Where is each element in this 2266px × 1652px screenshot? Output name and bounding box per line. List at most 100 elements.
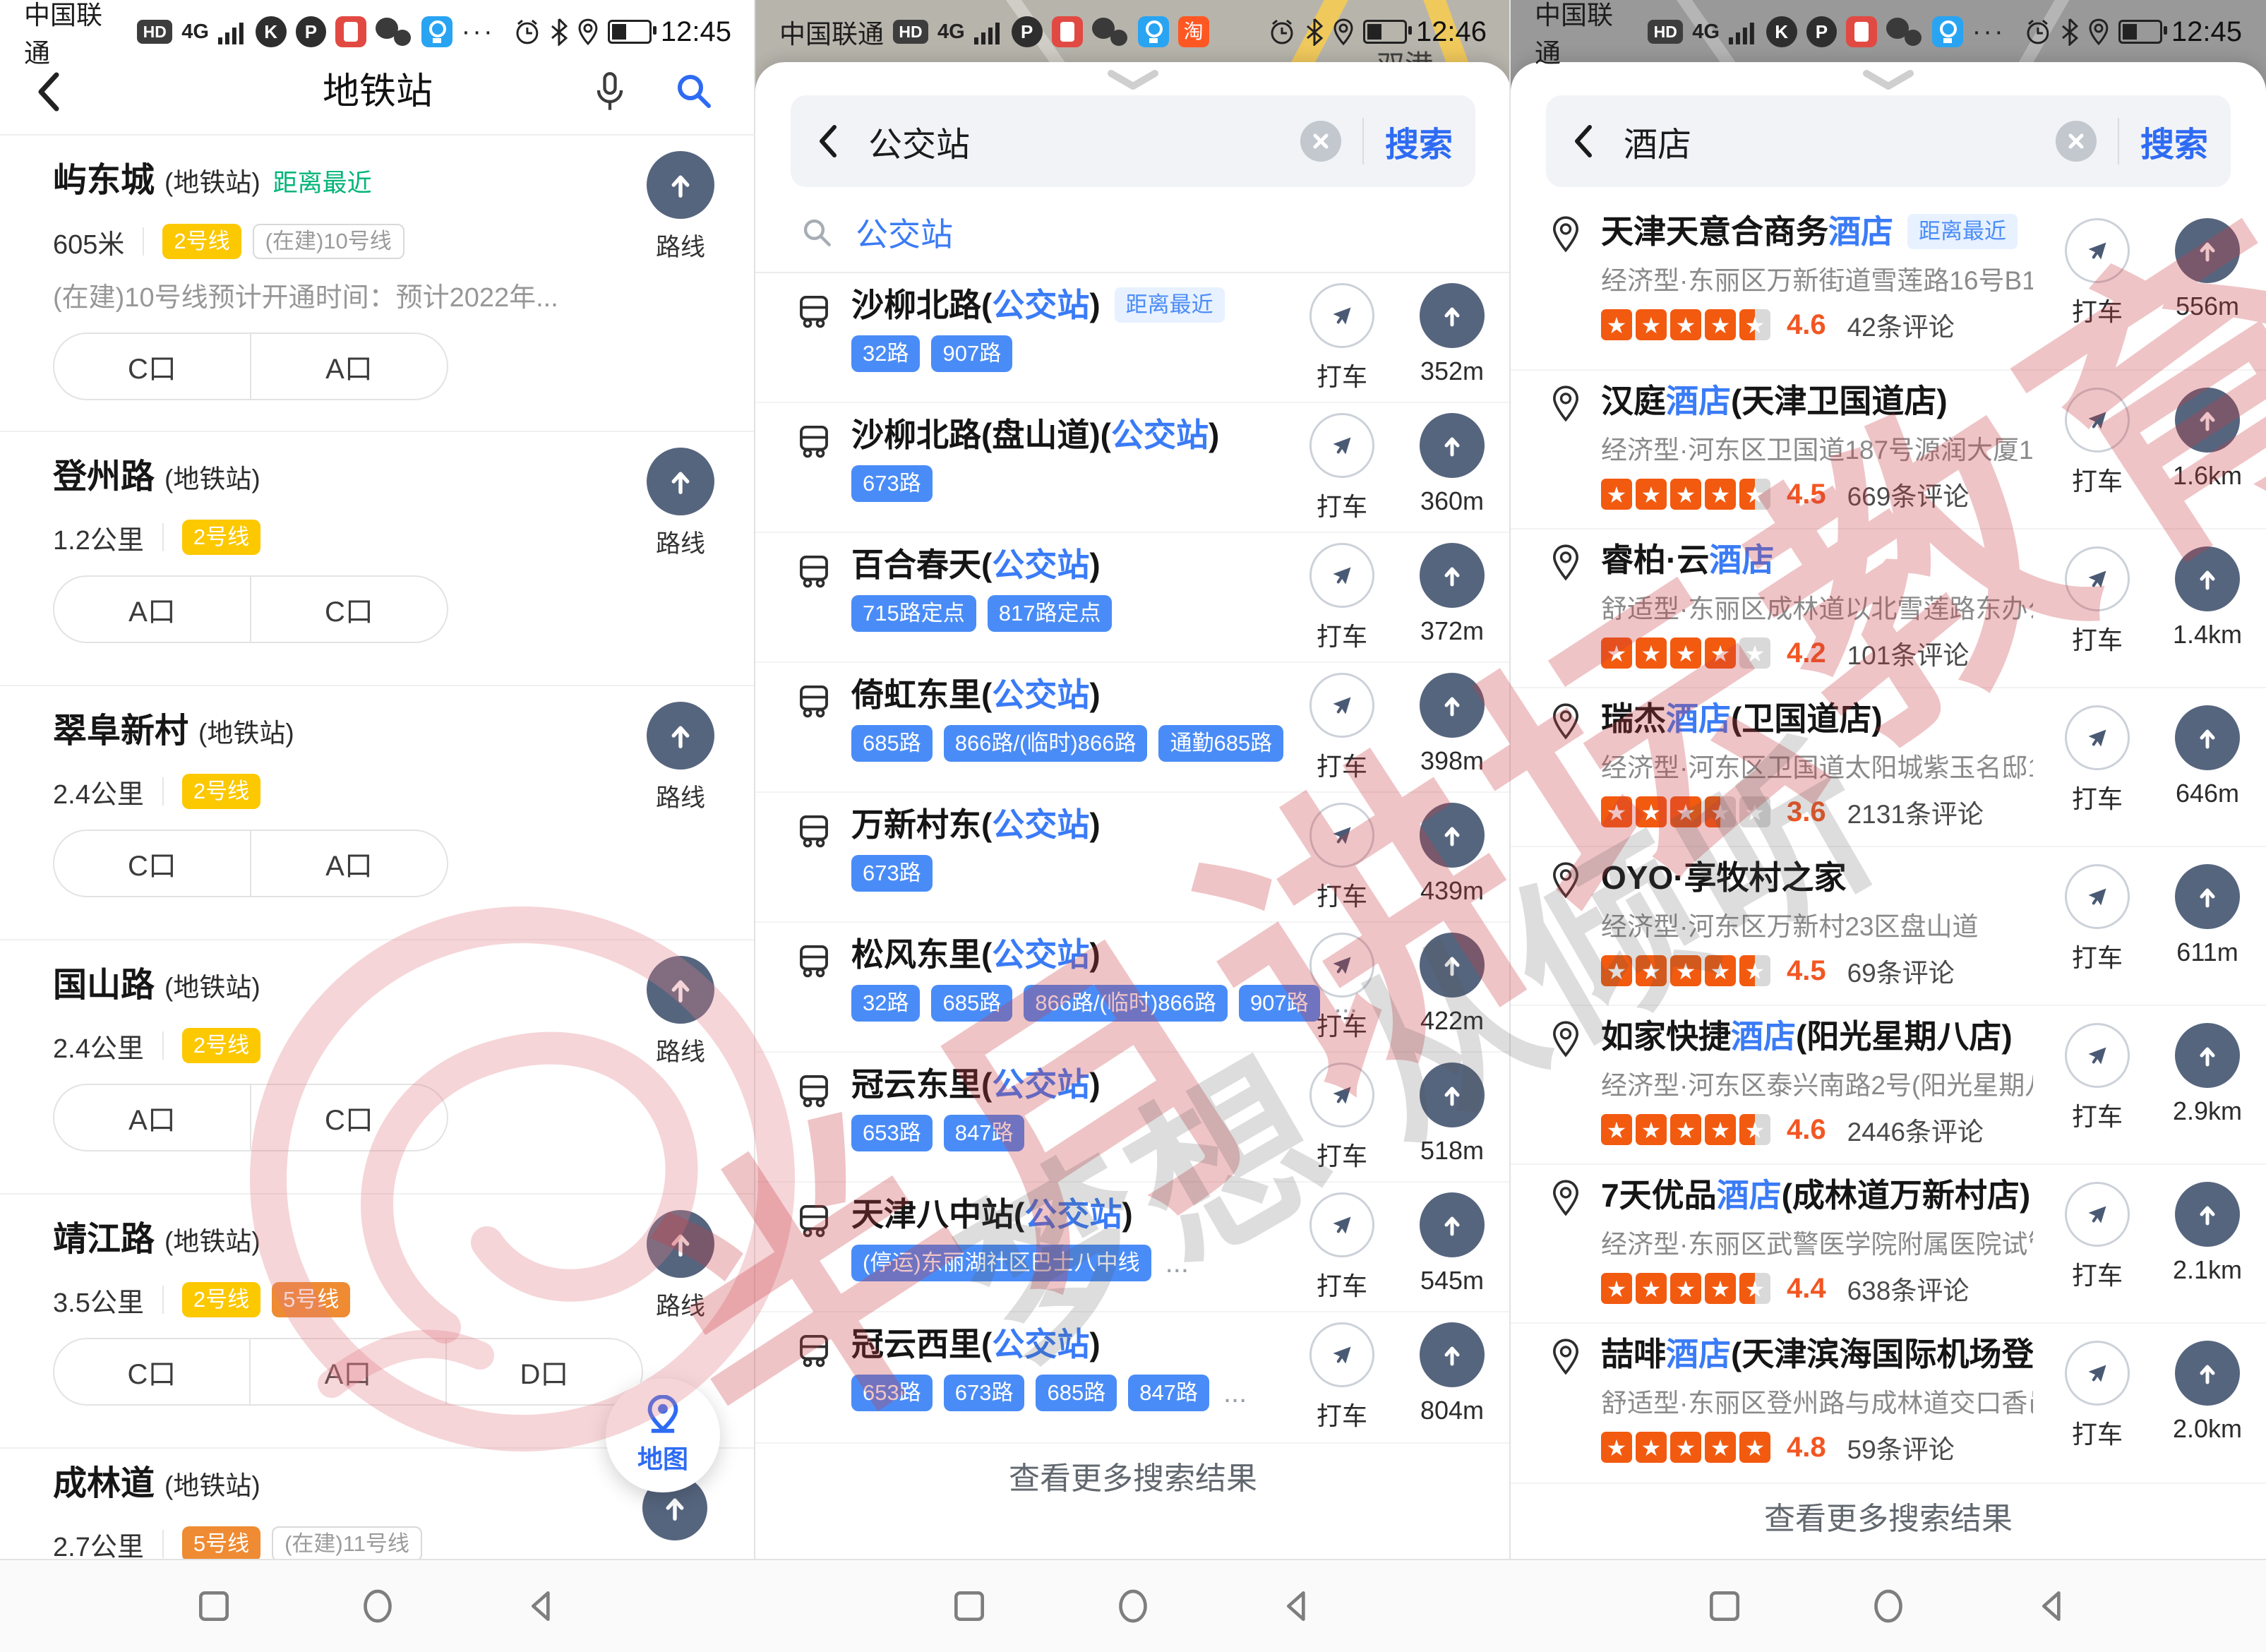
nav-circle-icon[interactable]: [358, 1586, 397, 1626]
taxi-button[interactable]: 打车: [2057, 1182, 2138, 1292]
list-item[interactable]: 百合春天(公交站) 715路定点817路定点 打车 372m: [755, 533, 1511, 663]
route-button[interactable]: 398m: [1412, 673, 1492, 783]
list-item[interactable]: 天津八中站(公交站) (停运)东丽湖社区巴士八中线... 打车 545m: [755, 1183, 1511, 1312]
search-icon[interactable]: [673, 71, 714, 112]
taxi-button[interactable]: 打车: [2057, 546, 2138, 657]
taxi-button[interactable]: 打车: [2057, 388, 2138, 498]
taxi-button[interactable]: 打车: [1302, 933, 1382, 1043]
nav-square-icon[interactable]: [1705, 1586, 1744, 1626]
route-button[interactable]: 360m: [1412, 413, 1492, 523]
list-item[interactable]: 沙柳北路(公交站)距离最近 32路907路 打车 352m: [755, 273, 1511, 403]
list-item[interactable]: 屿东城(地铁站)距离最近 605米 2号线 (在建)10号线 (在建)10号线预…: [0, 136, 755, 432]
list-item[interactable]: 冠云东里(公交站) 653路847路 打车 518m: [755, 1053, 1511, 1183]
route-button[interactable]: 556m: [2167, 218, 2248, 328]
route-button[interactable]: 路线: [634, 702, 727, 814]
taxi-button[interactable]: 打车: [2057, 1341, 2138, 1451]
list-item[interactable]: 万新村东(公交站) 673路 打车 439m: [755, 793, 1511, 923]
back-icon[interactable]: [813, 121, 844, 161]
route-button[interactable]: 352m: [1412, 283, 1492, 393]
taxi-button[interactable]: 打车: [1302, 1192, 1382, 1303]
route-button[interactable]: 路线: [634, 956, 727, 1068]
list-item[interactable]: 登州路(地铁站) 1.2公里2号线 A口 C口 路线: [0, 432, 755, 686]
route-button[interactable]: 611m: [2167, 864, 2248, 974]
list-item[interactable]: 天津天意合商务酒店距离最近 经济型·东丽区万新街道雪莲路16号B1栋 ★★★★★…: [1511, 201, 2266, 371]
list-item[interactable]: 汉庭酒店(天津卫国道店) 经济型·河东区卫国道187号源润大厦1-3层 ★★★★…: [1511, 371, 2266, 529]
route-button[interactable]: 路线: [634, 1210, 727, 1322]
list-item[interactable]: 7天优品酒店(成林道万新村店) 经济型·东丽区武警医学院附属医院试管... ★★…: [1511, 1165, 2266, 1324]
search-bar[interactable]: 公交站 搜索: [791, 95, 1475, 187]
rating-value: 4.6: [1787, 309, 1826, 341]
mic-icon[interactable]: [590, 71, 630, 113]
exit-button[interactable]: A口: [54, 1085, 250, 1150]
route-button[interactable]: 422m: [1412, 933, 1492, 1043]
chevron-down-icon[interactable]: [1101, 69, 1165, 93]
taxi-button[interactable]: 打车: [2057, 705, 2138, 815]
exit-button[interactable]: A口: [250, 334, 447, 399]
nav-circle-icon[interactable]: [1113, 1586, 1153, 1626]
taxi-button[interactable]: 打车: [2057, 864, 2138, 974]
route-button[interactable]: 518m: [1412, 1063, 1492, 1173]
exit-button[interactable]: A口: [54, 577, 250, 642]
nav-back-icon[interactable]: [522, 1586, 561, 1626]
taxi-button[interactable]: 打车: [2057, 218, 2138, 328]
show-map-button[interactable]: 地图: [606, 1378, 720, 1492]
list-item[interactable]: 国山路(地铁站) 2.4公里2号线 A口 C口 路线: [0, 940, 755, 1195]
exit-button[interactable]: C口: [54, 831, 250, 896]
list-item[interactable]: 翠阜新村(地铁站) 2.4公里2号线 C口 A口 路线: [0, 686, 755, 940]
list-item[interactable]: 如家快捷酒店(阳光星期八店) 经济型·河东区泰兴南路2号(阳光星期八... ★★…: [1511, 1006, 2266, 1165]
list-item[interactable]: 倚虹东里(公交站) 685路866路/(临时)866路通勤685路 打车 398…: [755, 663, 1511, 793]
exit-button[interactable]: C口: [54, 334, 250, 399]
taxi-button[interactable]: 打车: [1302, 543, 1382, 653]
search-button[interactable]: 搜索: [2140, 116, 2208, 166]
list-item[interactable]: OYO·享牧村之家 经济型·河东区万新村23区盘山道 ★★★★★4.569条评论…: [1511, 847, 2266, 1006]
route-button[interactable]: 1.6km: [2167, 388, 2248, 498]
exit-button[interactable]: C口: [250, 1085, 447, 1150]
exit-button[interactable]: C口: [250, 577, 447, 642]
list-item[interactable]: 喆啡酒店(天津滨海国际机场登州... 舒适型·东丽区登州路与成林道交口香邑...…: [1511, 1324, 2266, 1483]
taxi-button[interactable]: 打车: [1302, 1063, 1382, 1173]
route-button[interactable]: 804m: [1412, 1322, 1492, 1432]
suggestion-row[interactable]: 公交站: [755, 203, 1511, 262]
nav-back-icon[interactable]: [2032, 1586, 2072, 1626]
route-button[interactable]: 1.4km: [2167, 546, 2248, 657]
nav-circle-icon[interactable]: [1869, 1586, 1908, 1626]
taxi-button[interactable]: 打车: [1302, 1322, 1382, 1432]
nav-square-icon[interactable]: [194, 1586, 234, 1626]
list-item[interactable]: 睿柏·云酒店 舒适型·东丽区成林道以北雪莲路东办公... ★★★★★4.2101…: [1511, 529, 2266, 688]
route-button[interactable]: 2.0km: [2167, 1341, 2248, 1451]
taxi-button[interactable]: 打车: [1302, 283, 1382, 393]
taxi-button[interactable]: 打车: [2057, 1023, 2138, 1133]
more-results-button[interactable]: 查看更多搜索结果: [755, 1442, 1511, 1507]
route-button[interactable]: 2.9km: [2167, 1023, 2248, 1133]
route-button[interactable]: 路线: [634, 448, 727, 560]
taxi-button[interactable]: 打车: [1302, 803, 1382, 913]
search-bar[interactable]: 酒店 搜索: [1546, 95, 2231, 187]
back-icon[interactable]: [1569, 121, 1600, 161]
list-item[interactable]: 松风东里(公交站) 32路685路866路/(临时)866路907路... 打车…: [755, 923, 1511, 1053]
chevron-down-icon[interactable]: [1857, 69, 1920, 93]
exit-button[interactable]: C口: [54, 1339, 249, 1404]
exit-button[interactable]: D口: [445, 1339, 642, 1404]
clear-icon[interactable]: [1300, 121, 1341, 162]
exit-button[interactable]: A口: [250, 831, 447, 896]
route-button[interactable]: 372m: [1412, 543, 1492, 653]
list-item[interactable]: 冠云西里(公交站) 653路673路685路847路... 打车 804m: [755, 1312, 1511, 1442]
route-button[interactable]: 545m: [1412, 1192, 1492, 1303]
nav-square-icon[interactable]: [949, 1586, 989, 1626]
star-icon: ★: [1739, 1273, 1770, 1304]
route-button[interactable]: 439m: [1412, 803, 1492, 913]
search-input[interactable]: 酒店: [1624, 116, 2056, 166]
search-input[interactable]: 公交站: [868, 116, 1300, 166]
search-button[interactable]: 搜索: [1385, 116, 1453, 166]
nav-back-icon[interactable]: [1277, 1586, 1317, 1626]
taxi-button[interactable]: 打车: [1302, 413, 1382, 523]
clear-icon[interactable]: [2056, 121, 2097, 162]
route-button[interactable]: 路线: [634, 151, 727, 263]
route-button[interactable]: 646m: [2167, 705, 2248, 815]
list-item[interactable]: 瑞杰酒店(卫国道店) 经济型·河东区卫国道太阳城紫玉名邸1-01 ★★★★★3.…: [1511, 688, 2266, 847]
exit-button[interactable]: A口: [249, 1339, 445, 1404]
taxi-button[interactable]: 打车: [1302, 673, 1382, 783]
route-button[interactable]: 2.1km: [2167, 1182, 2248, 1292]
more-results-button[interactable]: 查看更多搜索结果: [1511, 1483, 2266, 1548]
list-item[interactable]: 沙柳北路(盘山道)(公交站) 673路 打车 360m: [755, 403, 1511, 533]
